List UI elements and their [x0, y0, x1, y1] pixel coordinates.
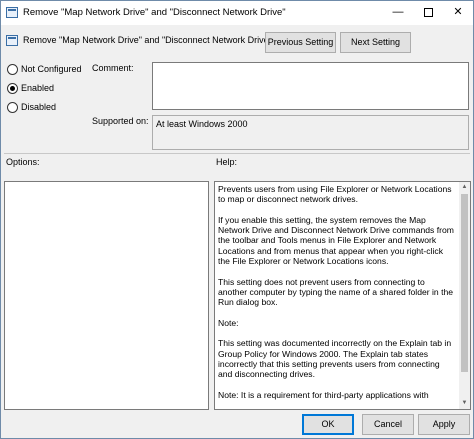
help-panel[interactable]: Prevents users from using File Explorer …: [214, 181, 471, 410]
close-button[interactable]: ✕: [443, 1, 473, 25]
title-bar[interactable]: Remove "Map Network Drive" and "Disconne…: [1, 1, 473, 25]
help-paragraph: Prevents users from using File Explorer …: [218, 184, 452, 205]
supported-on-value: At least Windows 2000: [152, 115, 469, 150]
radio-button[interactable]: [7, 83, 18, 94]
help-paragraph: If you enable this setting, the system r…: [218, 214, 454, 267]
maximize-button[interactable]: [413, 1, 443, 25]
radio-button[interactable]: [7, 102, 18, 113]
help-paragraph: This setting was documented incorrectly …: [218, 338, 452, 380]
help-label: Help:: [216, 157, 238, 167]
policy-dialog-window: Remove "Map Network Drive" and "Disconne…: [0, 0, 474, 439]
maximize-icon: [423, 7, 433, 17]
help-paragraph: Note:: [218, 317, 239, 328]
scroll-down-arrow-icon[interactable]: ▼: [459, 398, 470, 409]
previous-setting-button[interactable]: Previous Setting: [265, 32, 336, 53]
apply-button[interactable]: Apply: [418, 414, 470, 435]
options-label: Options:: [6, 157, 40, 167]
comment-textarea[interactable]: [152, 62, 469, 110]
policy-icon: [6, 7, 18, 18]
radio-button[interactable]: [7, 64, 18, 75]
help-paragraph: This setting does not prevent users from…: [218, 276, 454, 308]
minimize-button[interactable]: —: [383, 1, 413, 25]
help-paragraph: Note: It is a requirement for third-part…: [218, 389, 429, 400]
comment-label: Comment:: [92, 63, 134, 73]
next-setting-button[interactable]: Next Setting: [340, 32, 411, 53]
section-divider: [4, 153, 470, 154]
help-scrollbar[interactable]: ▲ ▼: [459, 182, 470, 409]
radio-label: Enabled: [21, 83, 55, 93]
supported-on-label: Supported on:: [92, 116, 149, 126]
scroll-thumb[interactable]: [461, 194, 468, 372]
scroll-up-arrow-icon[interactable]: ▲: [459, 182, 470, 193]
window-title: Remove "Map Network Drive" and "Disconne…: [23, 7, 286, 18]
options-panel: [4, 181, 209, 410]
setting-name: Remove "Map Network Drive" and "Disconne…: [23, 35, 272, 45]
radio-label: Not Configured: [21, 64, 82, 74]
cancel-button[interactable]: Cancel: [362, 414, 414, 435]
radio-label: Disabled: [21, 102, 57, 112]
help-text: Prevents users from using File Explorer …: [218, 184, 456, 409]
setting-icon: [6, 35, 18, 46]
ok-button[interactable]: OK: [302, 414, 354, 435]
